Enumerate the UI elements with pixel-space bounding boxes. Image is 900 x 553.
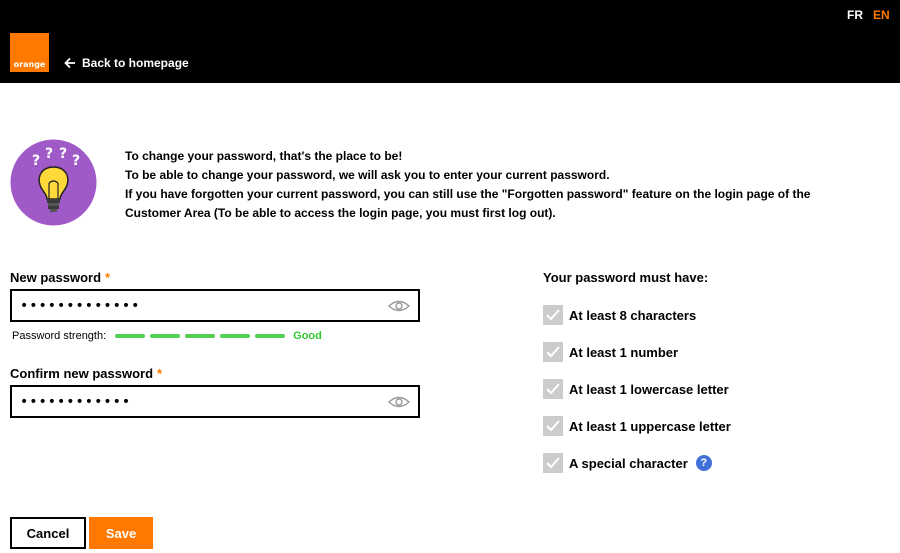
check-icon (543, 379, 563, 399)
svg-text:?: ? (72, 153, 80, 169)
required-mark: * (105, 270, 111, 285)
confirm-password-field[interactable] (10, 385, 420, 418)
strength-bar (255, 334, 286, 338)
strength-bar (220, 334, 251, 338)
rule-item: At least 1 uppercase letter (543, 416, 731, 436)
rule-item: At least 1 lowercase letter (543, 379, 729, 399)
confirm-password-input[interactable] (20, 391, 380, 413)
svg-text:?: ? (45, 146, 53, 162)
svg-text:?: ? (32, 153, 40, 169)
rule-item: At least 1 number (543, 342, 678, 362)
rule-item: A special character ? (543, 453, 712, 473)
show-password-eye-icon[interactable] (388, 395, 410, 409)
intro-line-3: If you have forgotten your current passw… (125, 187, 811, 220)
new-password-input[interactable] (20, 295, 380, 317)
check-icon (543, 453, 563, 473)
top-bar: orange Back to homepage FR EN (0, 0, 900, 83)
check-icon (543, 305, 563, 325)
strength-bar (115, 334, 146, 338)
cancel-button[interactable]: Cancel (10, 517, 86, 549)
strength-value: Good (293, 330, 322, 342)
strength-bar (150, 334, 181, 338)
save-button[interactable]: Save (89, 517, 153, 549)
logo-text: orange (13, 60, 46, 69)
required-mark: * (157, 366, 163, 381)
strength-label: Password strength: (12, 330, 107, 342)
confirm-password-label: Confirm new password * (10, 366, 163, 381)
password-rules-title: Your password must have: (543, 270, 709, 285)
lightbulb-question-icon: ? ? ? ? (10, 139, 97, 226)
back-label: Back to homepage (82, 56, 189, 70)
password-strength-meter: Password strength: Good (12, 330, 322, 342)
orange-logo[interactable]: orange (10, 33, 49, 72)
intro-text: To change your password, that's the plac… (125, 147, 825, 223)
check-icon (543, 342, 563, 362)
new-password-field[interactable] (10, 289, 420, 322)
intro-line-1: To change your password, that's the plac… (125, 149, 403, 163)
new-password-label: New password * (10, 270, 111, 285)
svg-text:?: ? (59, 146, 67, 162)
strength-bars (115, 334, 290, 338)
rule-item: At least 8 characters (543, 305, 696, 325)
check-icon (543, 416, 563, 436)
help-icon[interactable]: ? (695, 455, 712, 471)
arrow-left-icon (64, 57, 75, 69)
lang-en-link[interactable]: EN (873, 8, 890, 22)
back-to-homepage-link[interactable]: Back to homepage (64, 56, 189, 70)
strength-bar (185, 334, 216, 338)
show-password-eye-icon[interactable] (388, 299, 410, 313)
lang-fr-link[interactable]: FR (847, 8, 863, 22)
intro-line-2: To be able to change your password, we w… (125, 168, 610, 182)
